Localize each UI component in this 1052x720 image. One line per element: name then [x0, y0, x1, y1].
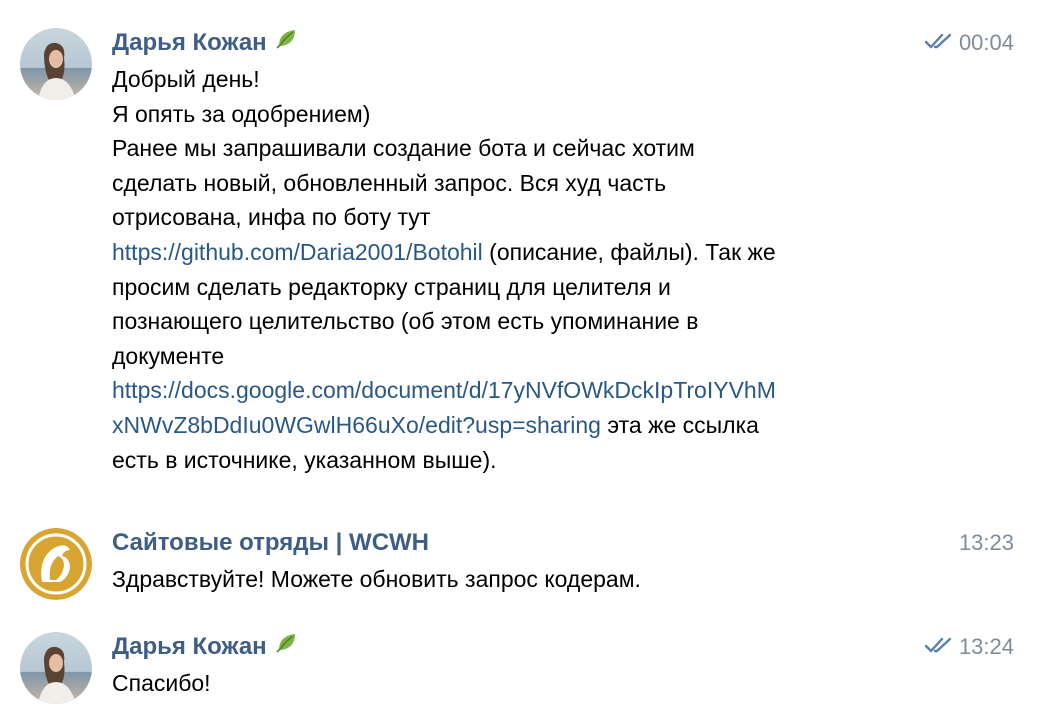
- message-text-segment: эта же ссылка: [600, 411, 759, 438]
- message-meta: 13:23: [959, 528, 1014, 558]
- message-line: https://docs.google.com/document/d/17yNV…: [112, 373, 902, 408]
- message-text-segment: познающего целительство (об этом есть уп…: [112, 308, 699, 335]
- message-text-segment: (описание, файлы). Так же: [482, 238, 776, 265]
- message-line: https://github.com/Daria2001/Botohil (оп…: [112, 235, 902, 270]
- message-text-segment: документе: [112, 342, 225, 369]
- message-text-segment: сделать новый, обновленный запрос. Вся х…: [112, 169, 667, 196]
- message-line: Добрый день!: [112, 62, 902, 97]
- double-check-icon: [924, 632, 953, 662]
- message-author[interactable]: Дарья Кожан: [112, 28, 299, 58]
- message-line: отрисована, инфа по боту тут: [112, 200, 902, 235]
- double-check-icon: [924, 28, 953, 58]
- message-line: сделать новый, обновленный запрос. Вся х…: [112, 166, 902, 201]
- message-link[interactable]: https://github.com/Daria2001/Botohil: [112, 239, 483, 265]
- message-text: Добрый день! Я опять за одобрением) Ранее …: [112, 62, 902, 477]
- message-text-segment: Ранее мы запрашивали создание бота и сей…: [112, 135, 695, 162]
- message-link[interactable]: https://docs.google.com/document/d/17yNV…: [112, 377, 776, 403]
- message-time[interactable]: 13:23: [959, 528, 1014, 558]
- message-text-segment: Добрый день!: [112, 66, 260, 92]
- message-line: просим сделать редакторку страниц для це…: [112, 270, 902, 305]
- message-text: Здравствуйте! Можете обновить запрос код…: [112, 566, 641, 592]
- message-line: есть в источнике, указанном выше).: [112, 443, 902, 478]
- message-text-segment: Я опять за одобрением): [112, 100, 371, 127]
- message-line: документе: [112, 339, 902, 374]
- avatar-daria[interactable]: [20, 632, 92, 704]
- message-link[interactable]: xNWvZ8bDdIu0WGwlH66uXo/edit?usp=sharing: [112, 412, 601, 438]
- message-time[interactable]: 00:04: [959, 28, 1014, 58]
- leaf-emoji-icon: [275, 630, 299, 662]
- message-author[interactable]: Сайтовые отряды | WCWH: [112, 528, 429, 558]
- message-line: Я опять за одобрением): [112, 97, 902, 132]
- avatar-wcwh[interactable]: [20, 528, 92, 600]
- message-meta: 00:04: [924, 28, 1014, 58]
- message-time[interactable]: 13:24: [959, 632, 1014, 662]
- message-author[interactable]: Дарья Кожан: [112, 632, 299, 662]
- message-text-segment: просим сделать редакторку страниц для це…: [112, 273, 671, 300]
- message-meta: 13:24: [924, 632, 1014, 662]
- message-line: познающего целительство (об этом есть уп…: [112, 304, 902, 339]
- message-line: xNWvZ8bDdIu0WGwlH66uXo/edit?usp=sharing …: [112, 408, 902, 443]
- message-line: Ранее мы запрашивали создание бота и сей…: [112, 131, 902, 166]
- message-text-segment: есть в источнике, указанном выше).: [112, 446, 497, 473]
- leaf-emoji-icon: [275, 26, 299, 58]
- message-text-segment: отрисована, инфа по боту тут: [112, 204, 431, 231]
- avatar-daria[interactable]: [20, 28, 92, 100]
- message-text: Спасибо!: [112, 670, 211, 696]
